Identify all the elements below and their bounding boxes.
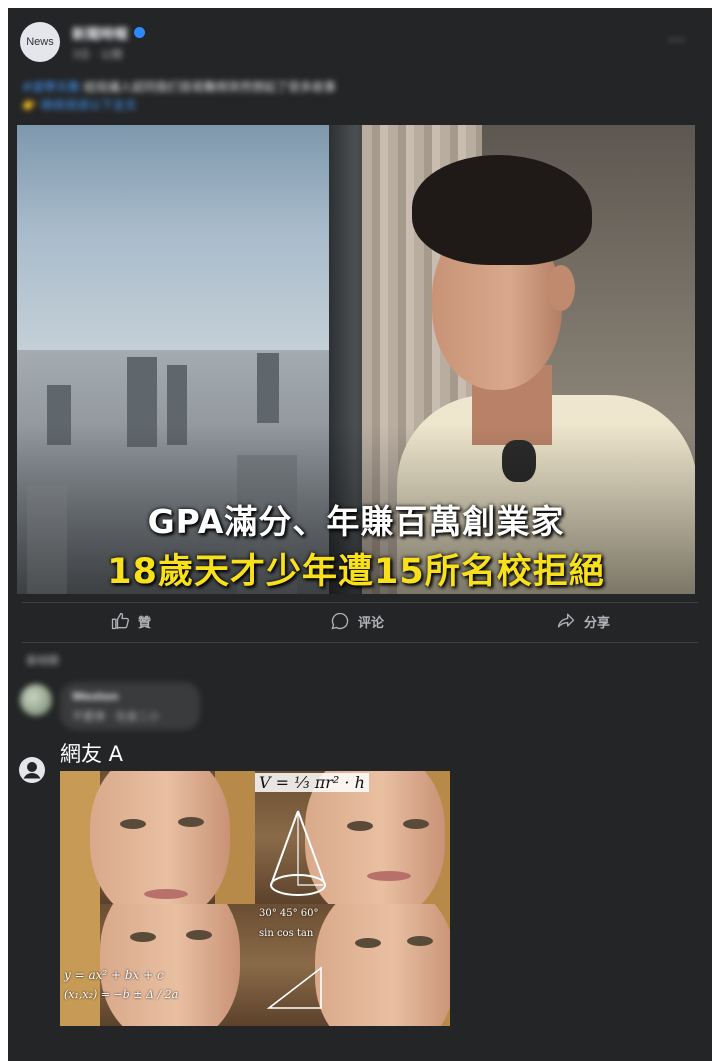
post-timestamp[interactable]: 3日 · 公開 — [72, 46, 123, 62]
meme-formula: V = ⅓ πr² · h — [255, 773, 369, 792]
meme-panel: 30° 45° 60° sin cos tan — [255, 904, 450, 1026]
like-button[interactable]: 贊 — [110, 606, 151, 636]
share-arrow-icon — [557, 613, 575, 628]
panel-eye — [403, 819, 429, 829]
comment-text: 不要律 · 包身二小 — [72, 710, 160, 723]
panel-lips — [367, 871, 411, 881]
panel-eye — [355, 938, 381, 948]
panel-eye — [186, 930, 212, 940]
quadratic-formula: y = ax² + bx + c — [64, 968, 164, 982]
user-avatar-icon — [19, 757, 45, 783]
post-text: #遊學天教 結局讓人認同我们容易難倒突然想起了很多故事 👉 继续阅读以下全文 — [22, 78, 662, 114]
read-more-link[interactable]: 👉 继续阅读以下全文 — [22, 98, 137, 112]
image-caption-line1: GPA滿分、年賺百萬創業家 — [147, 502, 565, 541]
meme-panel: y = ax² + bx + c (x₁,x₂) = −b ± Δ / 2a — [60, 904, 255, 1026]
page-name[interactable]: 新聞時報 — [72, 24, 128, 44]
more-options-button[interactable]: ··· — [668, 32, 685, 50]
confused-math-meme[interactable]: y = ax² + bx + c (x₁,x₂) = −b ± Δ / 2a 3… — [60, 771, 450, 1026]
panel-face — [100, 904, 240, 1026]
panel-lips — [144, 889, 188, 899]
thumbs-up-icon — [111, 612, 129, 630]
divider — [22, 602, 698, 603]
speech-bubble-icon — [331, 612, 349, 630]
divider — [22, 642, 698, 643]
panel-face — [315, 904, 450, 1026]
post-hashtag[interactable]: #遊學天教 — [22, 80, 80, 94]
netizen-name: 網友 A — [60, 742, 124, 766]
panel-eye — [120, 819, 146, 829]
like-label: 贊 — [138, 615, 152, 631]
post-body: 結局讓人認同我们容易難倒突然想起了很多故事 — [80, 80, 336, 94]
share-label: 分享 — [584, 615, 611, 631]
triangle-diagram-icon — [266, 966, 322, 1009]
quadratic-solution: (x₁,x₂) = −b ± Δ / 2a — [64, 988, 179, 1001]
panel-face — [90, 771, 230, 904]
panel-eye — [130, 932, 156, 942]
comment-button[interactable]: 评论 — [330, 606, 384, 636]
panel-eye — [347, 821, 373, 831]
panel-eye — [178, 817, 204, 827]
verified-badge-icon — [134, 27, 145, 38]
panel-eye — [407, 936, 433, 946]
commenter-avatar[interactable] — [20, 684, 52, 716]
trig-table: sin cos tan — [259, 928, 314, 939]
person-hair — [412, 155, 592, 265]
cone-diagram-icon — [270, 810, 326, 896]
post-image[interactable]: GPA滿分、年賺百萬創業家 18歲天才少年遭15所名校拒絕 — [17, 125, 695, 594]
page-avatar[interactable]: News — [20, 22, 60, 62]
trig-table: 30° 45° 60° — [259, 908, 319, 919]
panel-hair — [60, 904, 100, 1026]
comment-sort-dropdown[interactable]: 最相關 — [26, 652, 59, 668]
commenter-name[interactable]: Weston — [72, 690, 118, 703]
meme-panel — [60, 771, 255, 904]
share-button[interactable]: 分享 — [556, 606, 610, 636]
comment-label: 评论 — [358, 615, 385, 631]
building — [257, 353, 279, 423]
person-ear — [547, 265, 575, 311]
image-caption-line2: 18歲天才少年遭15所名校拒絕 — [107, 552, 605, 592]
image-sky — [17, 125, 337, 365]
